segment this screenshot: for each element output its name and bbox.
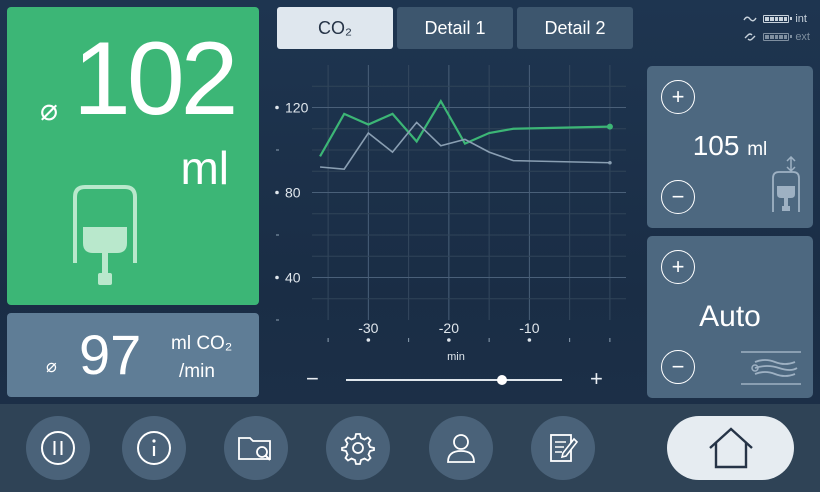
power-status: int ext (743, 10, 810, 46)
home-icon (708, 427, 753, 469)
series-endpoint (608, 160, 612, 165)
pause-icon (41, 431, 75, 465)
x-tick-label: -10 (519, 320, 539, 336)
bottom-toolbar (0, 404, 820, 492)
time-range-slider[interactable] (346, 379, 562, 381)
co2-trend-chart: 40 80 120 -30 -20 -10 min (275, 65, 626, 363)
battery-external-icon (763, 33, 793, 41)
setting-unit: ml (747, 139, 768, 160)
x-tick-dot (366, 338, 371, 342)
settings-button[interactable] (326, 416, 390, 480)
flow-icon (741, 351, 801, 385)
increase-button[interactable]: + (661, 250, 695, 284)
battery-external-label: ext (795, 31, 810, 43)
y-tick-dot (275, 105, 279, 110)
pause-button[interactable] (26, 416, 90, 480)
user-icon (447, 434, 475, 463)
x-tick-label: -20 (439, 320, 459, 336)
tidal-volume-icon (73, 185, 137, 285)
y-tick-dot (275, 275, 279, 280)
tidal-volume-unit: ml (180, 142, 229, 194)
decrease-button[interactable]: − (661, 350, 695, 384)
x-tick-dot (447, 338, 451, 342)
series-line-2 (319, 121, 610, 170)
user-button[interactable] (429, 416, 493, 480)
tidal-volume-panel: ⌀ 102 ml (7, 7, 259, 305)
series-endpoint (606, 123, 613, 130)
link-icon (744, 33, 756, 41)
flow-setting-panel: + Auto − (647, 236, 813, 398)
zoom-in-button[interactable]: + (590, 366, 603, 392)
y-tick-label: 80 (285, 185, 301, 201)
flow-mode-value: Auto (699, 300, 761, 333)
folder-search-icon (238, 437, 271, 461)
folder-search-button[interactable] (224, 416, 288, 480)
tab-co2[interactable]: CO₂ (277, 7, 393, 49)
setting-value: 105 (692, 130, 740, 161)
increase-button[interactable]: + (661, 80, 695, 114)
y-tick-label: 120 (285, 100, 309, 116)
y-tick-label: 40 (285, 270, 301, 286)
slider-thumb[interactable] (496, 375, 507, 385)
settings-icon (341, 433, 375, 465)
average-symbol: ⌀ (46, 356, 57, 376)
tab-detail-2[interactable]: Detail 2 (517, 7, 633, 49)
x-tick-label: -30 (358, 320, 378, 336)
tidal-volume-value: 102 (73, 21, 239, 137)
home-button[interactable] (667, 416, 794, 480)
x-axis-label: min (447, 351, 465, 363)
notes-button[interactable] (531, 416, 595, 480)
co2-unit-line2: /min (179, 361, 215, 382)
info-icon (137, 431, 171, 465)
notes-icon (550, 434, 579, 462)
co2-unit-line1: ml CO₂ (171, 333, 233, 354)
tidal-volume-setting-icon (772, 156, 800, 212)
co2-elimination-value: 97 (79, 323, 142, 386)
decrease-button[interactable]: − (661, 180, 695, 214)
average-symbol: ⌀ (40, 94, 59, 127)
x-tick-dot (527, 338, 532, 342)
tab-detail-1[interactable]: Detail 1 (397, 7, 513, 49)
zoom-out-button[interactable]: − (306, 366, 319, 392)
co2-elimination-panel: ⌀ 97 ml CO₂ /min (7, 313, 259, 397)
info-button[interactable] (122, 416, 186, 480)
ac-power-icon (743, 16, 757, 22)
battery-internal-icon (763, 15, 793, 23)
tidal-volume-setting-panel: + 105 ml − (647, 66, 813, 228)
y-tick-dot (275, 190, 279, 195)
battery-internal-label: int (795, 13, 807, 25)
